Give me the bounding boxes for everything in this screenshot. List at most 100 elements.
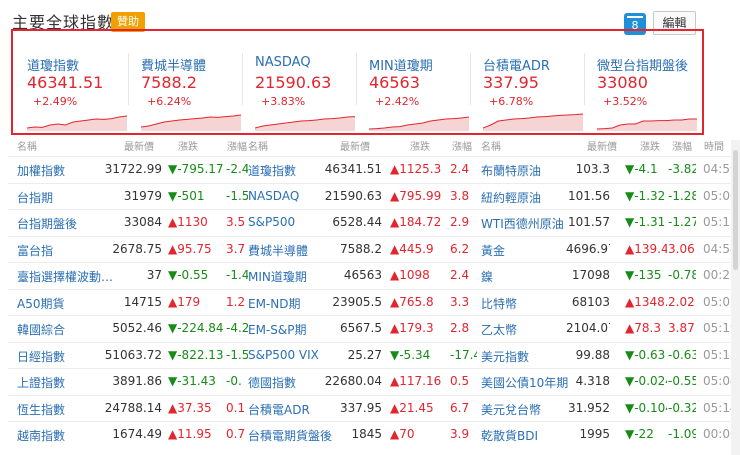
index-card-name[interactable]: 費城半導體: [141, 55, 206, 74]
quote-price: 14715: [123, 294, 162, 309]
quote-change-pct: 2.9: [450, 215, 470, 229]
quote-change: ▲1130: [168, 215, 208, 229]
quote-price: 1845: [351, 427, 382, 441]
index-card-name[interactable]: NASDAQ: [255, 55, 311, 70]
quote-change: ▲78.3: [625, 321, 661, 335]
quote-change-pct: 6.2: [450, 241, 470, 256]
index-card[interactable]: 道瓊指數 46341.51 +2.49%: [15, 33, 129, 131]
sparkline-chart: [141, 114, 241, 131]
col-header-price: 最新價: [124, 142, 154, 153]
table-row[interactable]: 台指期 31979 ▼-501 -1.5 NASDAQ 21590.63 ▲795.99 3.…: [0, 182, 740, 209]
row-divider: [8, 421, 730, 422]
sparkline-chart: [255, 116, 355, 131]
quote-change-pct: 0.7: [226, 427, 246, 441]
quote-change-pct: 3.9: [450, 427, 470, 441]
index-card[interactable]: 費城半導體 7588.2 +6.24%: [129, 33, 243, 131]
quote-change: ▼-1.31: [625, 215, 666, 229]
quote-time: 05:14: [703, 400, 733, 415]
table-row[interactable]: 加權指數 31722.99 ▼-795.17 -2.4 道瓊指數 46341.51 ▲112…: [0, 156, 740, 182]
quote-change: ▼-0.104: [625, 400, 667, 415]
quote-price: 2104.07: [566, 321, 610, 335]
quote-price: 31.952: [568, 400, 610, 415]
index-card-name[interactable]: 道瓊指數: [27, 55, 79, 74]
sparkline-area: [141, 115, 241, 131]
index-card[interactable]: NASDAQ 21590.63 +3.83%: [243, 33, 357, 131]
quote-price: 7588.2: [340, 241, 382, 256]
index-card-change: +3.52%: [603, 95, 648, 108]
row-divider: [8, 368, 730, 369]
col-header-time: 時間: [704, 142, 724, 153]
quote-change: ▼-1.32: [625, 188, 666, 203]
quote-change: ▲139.47: [625, 241, 667, 256]
quote-change-pct: -1.27: [668, 215, 696, 229]
index-card[interactable]: 台積電ADR 337.95 +6.78%: [471, 33, 585, 131]
quote-change: ▲70: [390, 427, 415, 441]
quote-change-pct: -0.78: [668, 268, 696, 282]
quote-change: ▼-0.55: [168, 268, 209, 282]
quote-change-pct: 3.3: [450, 294, 470, 309]
quote-time: 05:04: [703, 374, 733, 388]
index-card-name[interactable]: 台積電ADR: [483, 55, 550, 74]
table-row[interactable]: 恆生指數 24788.14 ▲37.35 0.1 台積電ADR 337.95 ▲21.45 6…: [0, 394, 740, 421]
row-divider: [8, 315, 730, 316]
quote-price: 51063.72: [104, 347, 162, 362]
quote-price: 24788.14: [104, 400, 162, 415]
col-header-pct: 漲幅: [227, 142, 247, 153]
quote-price: 31979: [123, 188, 162, 203]
quote-change-pct: -1.5: [226, 188, 248, 203]
index-card-value: 21590.63: [255, 73, 332, 92]
quote-change: ▼-135: [625, 268, 662, 282]
index-card[interactable]: 微型台指期盤後 33080 +3.52%: [585, 33, 699, 131]
quote-change: ▲21.45: [390, 400, 434, 415]
featured-index-panel: 道瓊指數 46341.51 +2.49% 費城半導體 7588.2 +6.24%…: [11, 29, 704, 135]
table-row[interactable]: 富台指 2678.75 ▲95.75 3.7 費城半導體 7588.2 ▲445.9 6.2 黃…: [0, 235, 740, 262]
quote-price: 22680.04: [324, 374, 382, 388]
scrollbar-thumb[interactable]: [733, 150, 738, 270]
quote-change-pct: 2.8: [450, 321, 470, 335]
col-header-change: 漲跌: [410, 142, 430, 153]
index-card-value: 7588.2: [141, 73, 197, 92]
quote-change: ▼-31.43: [168, 374, 216, 388]
quote-change: ▲1098: [390, 268, 430, 282]
quote-price: 25.27: [347, 347, 382, 362]
quote-change: ▲179.3: [390, 321, 434, 335]
table-row[interactable]: 台指期盤後 33084 ▲1130 3.5 S&P500 6528.44 ▲184.72 2.…: [0, 209, 740, 235]
quote-change-pct: 3.8: [450, 188, 470, 203]
quote-change-pct: -0.32: [668, 400, 696, 415]
quote-time: 05:03: [703, 294, 733, 309]
quote-change: ▲11.95: [168, 427, 212, 441]
table-header-row: 名稱 最新價 漲跌 漲幅 名稱 最新價 漲跌 漲幅 名稱 最新價 漲跌 漲幅 時…: [0, 134, 740, 154]
quote-change: ▼-22: [625, 427, 654, 441]
table-row[interactable]: 日經指數 51063.72 ▼-822.13 -1.5 S&P500 VIX 25.27 ▼…: [0, 341, 740, 368]
index-card[interactable]: MIN道瓊期 46563 +2.42%: [357, 33, 471, 131]
quote-time: 05:19: [703, 321, 733, 335]
quote-change-pct: -4.2: [226, 321, 248, 335]
index-card-name[interactable]: MIN道瓊期: [369, 55, 433, 74]
quote-change-pct: 2.4: [450, 268, 470, 282]
table-row[interactable]: A50期貨 14715 ▲179 1.2 EM-ND期 23905.5 ▲765.8 3.3 比…: [0, 288, 740, 315]
quote-change-pct: 1.2: [226, 294, 246, 309]
quote-change-pct: 3.5: [226, 215, 246, 229]
quote-change: ▼-224.84: [168, 321, 224, 335]
quote-change: ▼-4.1: [625, 162, 658, 176]
quote-price: 68103: [571, 294, 610, 309]
quote-price: 33084: [123, 215, 162, 229]
quote-change: ▼-5.34: [390, 347, 431, 362]
quote-change: ▲179: [168, 294, 201, 309]
row-divider: [8, 156, 730, 157]
quote-price: 3891.86: [112, 374, 162, 388]
table-row[interactable]: 上證指數 3891.86 ▼-31.43 -0. 德國指數 22680.04 ▲117.16…: [0, 368, 740, 394]
quote-change: ▲95.75: [168, 241, 212, 256]
table-row[interactable]: 韓國綜合 5052.46 ▼-224.84 -4.2 EM-S&P期 6567.5 ▲179…: [0, 315, 740, 341]
quote-change: ▲1125.37: [390, 162, 442, 176]
quote-price: 17098: [571, 268, 610, 282]
table-row[interactable]: 臺指選擇權波動… 37 ▼-0.55 -1.4 MIN道瓊期 46563 ▲1098 2.4 鎳…: [0, 262, 740, 288]
quote-change-pct: 0.1: [226, 400, 246, 415]
table-row[interactable]: 越南指數 1674.49 ▲11.95 0.7 台積電期貨盤後 1845 ▲70 3.9 乾散貨…: [0, 421, 740, 447]
quote-change-pct: -2.4: [226, 162, 248, 176]
quote-change-pct: -1.5: [226, 347, 248, 362]
quote-change-pct: 3.7: [226, 241, 246, 256]
quote-change: ▼-795.17: [168, 162, 224, 176]
quote-change: ▲1348.4: [625, 294, 667, 309]
index-card-name[interactable]: 微型台指期盤後: [597, 55, 688, 74]
